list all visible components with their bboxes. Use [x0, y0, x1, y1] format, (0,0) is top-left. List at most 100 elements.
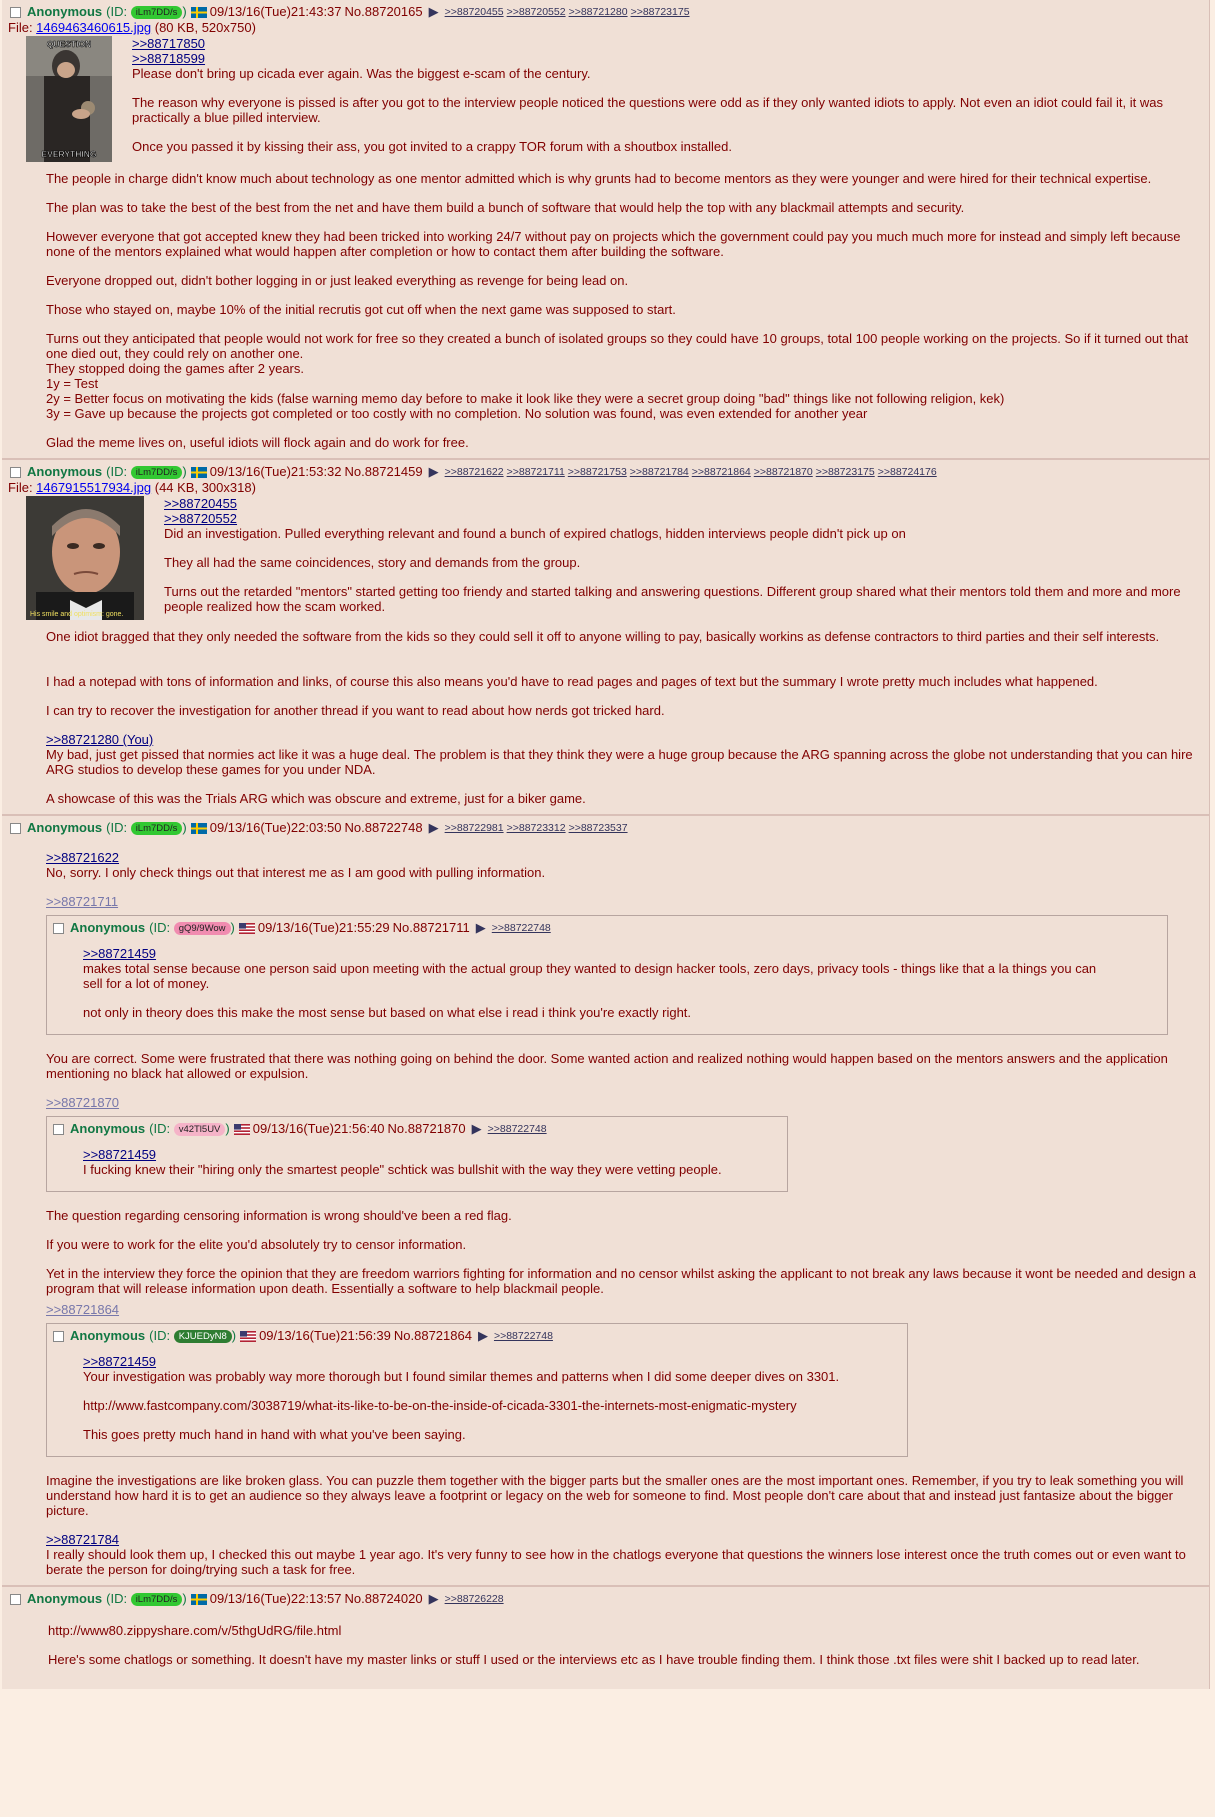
message-paragraph: One idiot bragged that they only needed … [46, 629, 1160, 644]
post-checkbox[interactable] [10, 6, 21, 18]
post-menu-arrow-icon[interactable]: ▶ [429, 464, 439, 480]
poster-id-badge[interactable]: v42Tl5UV [173, 1123, 226, 1136]
post-message: >>88721459 Your investigation was probab… [83, 1354, 903, 1442]
backlink[interactable]: >>88721753 [568, 464, 627, 480]
sweden-flag-icon [190, 6, 207, 18]
inline-quote-link[interactable]: >>88721711 [46, 894, 1203, 909]
quote-link[interactable]: >>88721459 [83, 946, 1163, 961]
post-number[interactable]: No.88721711 [393, 920, 470, 936]
message-paragraph: makes total sense because one person sai… [83, 961, 1097, 991]
backlink[interactable]: >>88722748 [492, 920, 551, 936]
backlink[interactable]: >>88722748 [488, 1121, 547, 1137]
message-paragraph: not only in theory does this make the mo… [83, 1005, 692, 1020]
external-url-text: http://www80.zippyshare.com/v/5thgUdRG/f… [48, 1623, 342, 1638]
post-number[interactable]: No.88721459 [345, 464, 423, 480]
message-paragraph: You are correct. Some were frustrated th… [46, 1051, 1168, 1081]
poster-id-badge[interactable]: iLm7DD/s [130, 1593, 183, 1606]
quote-link[interactable]: >>88721622 [46, 850, 1203, 865]
poster-name: Anonymous [70, 1121, 146, 1136]
backlink[interactable]: >>88721870 [754, 464, 813, 480]
post-thumbnail[interactable]: QUESTION EVERYTHING [26, 36, 112, 165]
backlink[interactable]: >>88721711 [507, 464, 565, 480]
message-paragraph: If you were to work for the elite you'd … [46, 1237, 467, 1252]
backlink[interactable]: >>88721784 [630, 464, 689, 480]
poster-name: Anonymous [27, 1591, 103, 1606]
post-number[interactable]: No.88721864 [394, 1328, 472, 1344]
message-paragraph: A showcase of this was the Trials ARG wh… [46, 791, 586, 806]
post-menu-arrow-icon[interactable]: ▶ [429, 1591, 439, 1607]
post-checkbox[interactable] [53, 1123, 64, 1135]
quote-link[interactable]: >>88721459 [83, 1354, 903, 1369]
message-paragraph: The question regarding censoring informa… [46, 1208, 512, 1223]
quote-link-you[interactable]: >>88721280 (You) [46, 732, 1203, 747]
file-link[interactable]: 1469463460615.jpg [36, 20, 151, 35]
us-flag-icon [238, 922, 255, 934]
quote-link[interactable]: >>88721784 [46, 1532, 1203, 1547]
backlink[interactable]: >>88721622 [445, 464, 504, 480]
message-paragraph: Turns out they anticipated that people w… [46, 331, 1189, 421]
post-checkbox[interactable] [10, 822, 21, 834]
post-number[interactable]: No.88720165 [345, 4, 423, 20]
poster-name: Anonymous [27, 464, 103, 479]
post-date: 09/13/16(Tue)21:55:29 [257, 920, 390, 935]
backlink[interactable]: >>88723312 [507, 820, 566, 836]
svg-text:EVERYTHING: EVERYTHING [42, 149, 97, 159]
post-message: >>88720455 >>88720552 Did an investigati… [46, 496, 1203, 806]
post-date: 09/13/16(Tue)21:56:39 [259, 1328, 391, 1343]
poster-id-badge[interactable]: iLm7DD/s [130, 6, 183, 19]
quote-link[interactable]: >>88721459 [83, 1147, 783, 1162]
poster-id-badge[interactable]: iLm7DD/s [130, 822, 183, 835]
post-message: >>88721459 makes total sense because one… [83, 946, 1163, 1020]
message-paragraph: Glad the meme lives on, useful idiots wi… [46, 435, 469, 450]
poster-id-label: (ID: iLm7DD/s) [106, 464, 187, 479]
backlink[interactable]: >>88722748 [494, 1328, 553, 1344]
post-checkbox[interactable] [53, 1330, 64, 1342]
poster-id-badge[interactable]: KJUEDyN8 [173, 1330, 232, 1343]
backlink[interactable]: >>88724176 [878, 464, 937, 480]
poster-name: Anonymous [70, 920, 146, 935]
post-header: Anonymous (ID: iLm7DD/s) 09/13/16(Tue)21… [8, 4, 1203, 20]
post-checkbox[interactable] [53, 922, 64, 934]
post-menu-arrow-icon[interactable]: ▶ [478, 1328, 488, 1344]
poster-id-label: (ID: v42Tl5UV) [149, 1121, 230, 1136]
backlink[interactable]: >>88721280 [569, 4, 628, 20]
poster-id-badge[interactable]: gQ9/9Wow [173, 922, 231, 935]
quote-link[interactable]: >>88720552 [46, 511, 1203, 526]
post-menu-arrow-icon[interactable]: ▶ [429, 820, 439, 836]
post-checkbox[interactable] [10, 1593, 21, 1605]
quote-link[interactable]: >>88720455 [46, 496, 1203, 511]
post-menu-arrow-icon[interactable]: ▶ [476, 920, 486, 936]
post-message: >>88721459 I fucking knew their "hiring … [83, 1147, 783, 1177]
backlink[interactable]: >>88721864 [692, 464, 751, 480]
backlink[interactable]: >>88720455 [445, 4, 504, 20]
post-number[interactable]: No.88722748 [345, 820, 423, 836]
backlink[interactable]: >>88723175 [631, 4, 690, 20]
post-menu-arrow-icon[interactable]: ▶ [429, 4, 439, 20]
message-paragraph: I can try to recover the investigation f… [46, 703, 665, 718]
post-header: Anonymous (ID: KJUEDyN8) 09/13/16(Tue)21… [51, 1328, 903, 1344]
post-88720165: Anonymous (ID: iLm7DD/s) 09/13/16(Tue)21… [2, 0, 1210, 460]
post-number[interactable]: No.88724020 [345, 1591, 423, 1607]
message-paragraph: Imagine the investigations are like brok… [46, 1473, 1184, 1518]
message-paragraph: Yet in the interview they force the opin… [46, 1266, 1196, 1296]
quote-link[interactable]: >>88718599 [46, 51, 1203, 66]
backlink[interactable]: >>88722981 [445, 820, 504, 836]
poster-id-label: (ID: iLm7DD/s) [106, 820, 187, 835]
inline-quote-link[interactable]: >>88721870 [46, 1095, 1203, 1110]
post-date: 09/13/16(Tue)22:13:57 [209, 1591, 342, 1606]
backlink[interactable]: >>88720552 [507, 4, 566, 20]
inline-reply-88721870: Anonymous (ID: v42Tl5UV) 09/13/16(Tue)21… [46, 1116, 788, 1192]
backlink[interactable]: >>88726228 [445, 1591, 504, 1607]
post-thumbnail[interactable]: His smile and optimism: gone. [26, 496, 144, 623]
backlink[interactable]: >>88723175 [816, 464, 875, 480]
backlink[interactable]: >>88723537 [569, 820, 628, 836]
inline-quote-link[interactable]: >>88721864 [46, 1302, 1203, 1317]
post-number[interactable]: No.88721870 [388, 1121, 466, 1137]
svg-text:His smile and optimism: gone.: His smile and optimism: gone. [30, 611, 123, 618]
quote-link[interactable]: >>88717850 [46, 36, 1203, 51]
post-menu-arrow-icon[interactable]: ▶ [472, 1121, 482, 1137]
post-date: 09/13/16(Tue)21:53:32 [209, 464, 342, 479]
file-link[interactable]: 1467915517934.jpg [36, 480, 151, 495]
post-checkbox[interactable] [10, 466, 21, 478]
poster-id-badge[interactable]: iLm7DD/s [130, 466, 183, 479]
